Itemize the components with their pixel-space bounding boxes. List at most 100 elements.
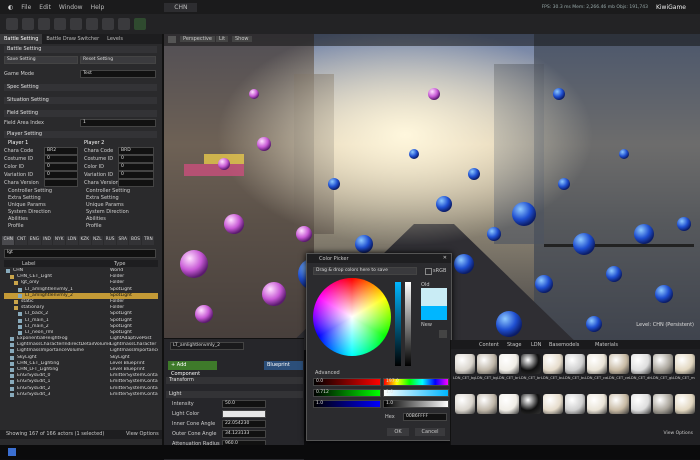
green-slider[interactable]: 0.712 <box>313 389 381 397</box>
start-icon[interactable] <box>8 448 16 456</box>
level-tab[interactable]: ENG <box>28 236 41 245</box>
material-thumbnail[interactable] <box>455 394 475 414</box>
outer-cone-input[interactable]: 34.123133 <box>222 430 266 438</box>
field-setting-header[interactable]: Field Setting <box>4 110 157 117</box>
player1-subsection[interactable]: Controller Setting <box>8 188 52 194</box>
player2-costume-id-input[interactable]: 0 <box>118 155 154 163</box>
color-theme-dropdown[interactable]: Drag & drop colors here to save <box>313 267 417 275</box>
player2-subsection[interactable]: Abilities <box>86 216 106 222</box>
path-segment[interactable]: LDN <box>531 342 541 348</box>
alpha-slider[interactable] <box>405 282 411 366</box>
blue-slider[interactable]: 1.0 <box>313 400 381 408</box>
player1-variation-id-input[interactable]: 0 <box>44 171 78 179</box>
level-tab[interactable]: CNT <box>15 236 28 245</box>
transform-section[interactable]: Transform <box>166 377 303 384</box>
inner-cone-input[interactable]: 22.054230 <box>222 420 266 428</box>
path-segment[interactable]: Materials <box>595 342 618 348</box>
object-name-input[interactable]: LT_amlightlenvmly_2 <box>170 342 244 350</box>
viewport-options-icon[interactable] <box>168 36 176 43</box>
menu-item-edit[interactable]: Edit <box>39 4 51 11</box>
material-thumbnail[interactable] <box>455 354 475 374</box>
light-color-swatch[interactable] <box>222 410 266 418</box>
player2-subsection[interactable]: Controller Setting <box>86 188 130 194</box>
spec-setting-header[interactable]: Spec Setting <box>4 84 157 91</box>
material-thumbnail[interactable] <box>653 354 673 374</box>
material-thumbnail[interactable] <box>477 394 497 414</box>
player1-subsection[interactable]: Extra Setting <box>8 195 41 201</box>
material-thumbnail[interactable] <box>499 354 519 374</box>
material-thumbnail[interactable] <box>675 354 695 374</box>
material-thumbnail[interactable] <box>609 354 629 374</box>
reset-setting-button[interactable]: Reset Setting <box>80 56 156 64</box>
level-tab[interactable]: NZL <box>91 236 104 245</box>
srgb-checkbox[interactable] <box>425 268 432 275</box>
path-segment[interactable]: Content <box>479 342 499 348</box>
save-setting-button[interactable]: Save Setting <box>4 56 78 64</box>
player1-chara-version-input[interactable] <box>44 179 78 187</box>
material-thumbnail[interactable] <box>543 394 563 414</box>
material-thumbnail[interactable] <box>675 394 695 414</box>
material-thumbnail[interactable] <box>653 394 673 414</box>
blueprints-icon[interactable] <box>102 18 114 30</box>
player1-color-id-input[interactable]: 0 <box>44 163 78 171</box>
player2-subsection[interactable]: Extra Setting <box>86 195 119 201</box>
source-control-icon[interactable] <box>22 18 34 30</box>
intensity-input[interactable]: 50.0 <box>222 400 266 408</box>
player2-color-id-input[interactable]: 0 <box>118 163 154 171</box>
battle-setting-header[interactable]: Battle Setting <box>4 46 157 53</box>
outliner-view-options[interactable]: View Options <box>126 431 159 437</box>
eyedropper-icon[interactable] <box>439 330 447 338</box>
level-tab[interactable]: IND <box>41 236 53 245</box>
lit-button[interactable]: Lit <box>216 36 229 42</box>
level-tab[interactable]: CHN <box>2 236 15 245</box>
settings-icon[interactable] <box>86 18 98 30</box>
show-button[interactable]: Show <box>232 36 252 42</box>
material-thumbnail[interactable] <box>477 354 497 374</box>
game-mode-select[interactable]: Test <box>80 70 156 78</box>
color-picker-titlebar[interactable]: Color Picker ✕ <box>307 254 451 263</box>
value-input-slider[interactable]: 1.0 <box>383 400 449 408</box>
player1-subsection[interactable]: Profile <box>8 223 24 229</box>
blueprint-button[interactable]: Blueprint <box>264 361 303 370</box>
content-icon[interactable] <box>54 18 66 30</box>
saturation-slider[interactable]: 1.0 <box>383 389 449 397</box>
level-tab[interactable]: NYK <box>53 236 66 245</box>
material-thumbnail[interactable] <box>631 394 651 414</box>
save-icon[interactable] <box>6 18 18 30</box>
build-icon[interactable] <box>118 18 130 30</box>
level-tab[interactable]: KZK <box>78 236 91 245</box>
material-thumbnail[interactable] <box>521 394 541 414</box>
perspective-button[interactable]: Perspective <box>180 36 215 42</box>
material-thumbnail[interactable] <box>565 394 585 414</box>
close-icon[interactable]: ✕ <box>443 255 447 261</box>
material-thumbnail[interactable] <box>587 354 607 374</box>
material-thumbnail[interactable] <box>499 394 519 414</box>
player1-costume-id-input[interactable]: 0 <box>44 155 78 163</box>
player2-chara-code-input[interactable]: BRD <box>118 147 154 155</box>
player1-subsection[interactable]: System Direction <box>8 209 51 215</box>
player2-subsection[interactable]: Profile <box>86 223 102 229</box>
light-section[interactable]: Light <box>166 391 303 398</box>
path-segment[interactable]: Basemodels <box>549 342 579 348</box>
marketplace-icon[interactable] <box>70 18 82 30</box>
menu-item-window[interactable]: Window <box>59 4 83 11</box>
level-tab[interactable]: RUS <box>104 236 116 245</box>
situation-setting-header[interactable]: Situation Setting <box>4 97 157 104</box>
player2-variation-id-input[interactable]: 0 <box>118 171 154 179</box>
outliner-row[interactable]: EnGrSysEdit_3 EmitterSystemContainer <box>4 392 158 398</box>
add-component-button[interactable]: + Add Component <box>168 361 217 377</box>
level-tab[interactable]: SRA <box>116 236 129 245</box>
player2-subsection[interactable]: System Direction <box>86 209 129 215</box>
level-tab[interactable]: LDN <box>66 236 78 245</box>
window-tab[interactable]: CHN <box>164 2 198 12</box>
level-tab[interactable]: BOS <box>129 236 142 245</box>
player-setting-header[interactable]: Player Setting <box>4 131 157 138</box>
player2-subsection[interactable]: Unique Params <box>86 202 124 208</box>
material-thumbnail[interactable] <box>521 354 541 374</box>
field-area-index-input[interactable]: 1 <box>80 119 156 127</box>
player1-subsection[interactable]: Unique Params <box>8 202 46 208</box>
outliner-column-label[interactable]: Label <box>22 261 36 267</box>
menu-item-help[interactable]: Help <box>91 4 105 11</box>
tab-levels[interactable]: Levels <box>103 34 127 44</box>
hex-input[interactable]: 00B6FFFF <box>403 413 447 421</box>
